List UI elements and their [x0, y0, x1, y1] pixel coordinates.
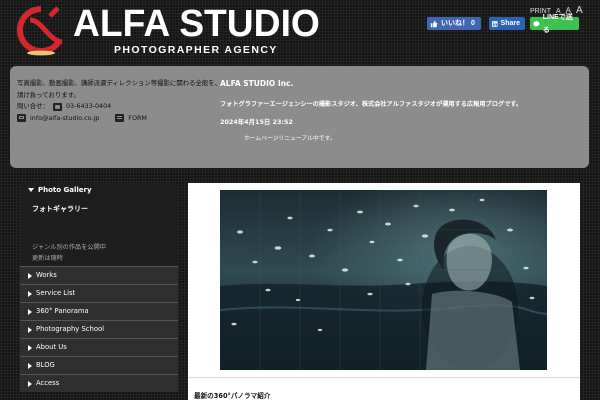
sidebar-item-about-us[interactable]: About Us: [20, 338, 178, 356]
gallery-heading-label: Photo Gallery: [38, 186, 92, 194]
gallery-panel: フォトギャラリー ジャンル別の作品を公開中 更新は随時: [20, 197, 178, 266]
contact-label: 問い合せ：: [17, 102, 49, 110]
sidebar-item-panorama[interactable]: 360° Panorama: [20, 302, 178, 320]
phone-number[interactable]: 03-6433-0404: [66, 101, 111, 113]
caret-right-icon: [28, 308, 32, 315]
caret-right-icon: [28, 290, 32, 297]
sidebar-item-service-list[interactable]: Service List: [20, 284, 178, 302]
form-icon: [115, 114, 125, 123]
facebook-like-button[interactable]: いいね！ 0: [427, 17, 481, 30]
gallery-desc-line1: ジャンル別の作品を公開中: [32, 244, 106, 251]
sidebar-item-label: 360° Panorama: [36, 307, 89, 315]
caret-right-icon: [28, 362, 32, 369]
sidebar-item-blog[interactable]: BLOG: [20, 356, 178, 374]
gallery-desc-line2: 更新は随時: [32, 255, 63, 262]
sidebar: Photo Gallery フォトギャラリー ジャンル別の作品を公開中 更新は随…: [20, 183, 178, 400]
contact-info: 写真撮影、動画撮影、講師派遣ディレクション等撮影に関わる全般を、請け負っておりま…: [17, 78, 222, 124]
gallery-description: ジャンル別の作品を公開中 更新は随時: [32, 242, 106, 264]
line-send-label: LINEで送る: [542, 13, 573, 34]
post-date: 2024年4月15日 23:52: [220, 118, 293, 126]
company-description: フォトグラファーエージェンシーの撮影スタジオ、株式会社アルファスタジオが運用する…: [220, 101, 523, 108]
caret-right-icon: [28, 344, 32, 351]
sidebar-item-photography-school[interactable]: Photography School: [20, 320, 178, 338]
sidebar-item-label: Works: [36, 271, 57, 279]
gallery-subtitle[interactable]: フォトギャラリー: [32, 204, 88, 214]
renewal-notice: ホームページリニューアル中です。: [244, 136, 336, 142]
company-info: ALFA STUDIO Inc. フォトグラファーエージェンシーの撮影スタジオ、…: [220, 79, 580, 142]
linkedin-share-label: Share: [500, 20, 520, 27]
sidebar-item-works[interactable]: Works: [20, 266, 178, 284]
sidebar-item-access[interactable]: Access: [20, 374, 178, 392]
caret-right-icon: [28, 326, 32, 333]
site-logo-title[interactable]: ALFA STUDIO: [73, 4, 320, 44]
company-name: ALFA STUDIO Inc.: [220, 79, 294, 88]
info-box: 写真撮影、動画撮影、講師派遣ディレクション等撮影に関わる全般を、請け負っておりま…: [10, 66, 589, 168]
phone-icon: [52, 102, 62, 111]
linkedin-share-button[interactable]: Share: [489, 17, 525, 30]
intro-text: 写真撮影、動画撮影、講師派遣ディレクション等撮影に関わる全般を、請け負っておりま…: [17, 79, 222, 99]
email-row: info@alfa-studio.co.jp FORM: [17, 113, 222, 125]
latest-panorama-heading: 最新の360°パノラマ紹介: [194, 392, 271, 400]
site-logo-subtitle: PHOTOGRAPHER AGENCY: [114, 44, 278, 56]
main-content: 最新の360°パノラマ紹介: [188, 183, 580, 400]
mail-icon: [17, 114, 26, 123]
gallery-heading[interactable]: Photo Gallery: [20, 183, 178, 197]
featured-photo-image: [220, 190, 547, 370]
featured-photo[interactable]: [220, 190, 547, 370]
phone-row: 問い合せ： 03-6433-0404: [17, 101, 222, 113]
form-link[interactable]: FORM: [128, 113, 147, 125]
email-link[interactable]: info@alfa-studio.co.jp: [30, 113, 99, 125]
alfa-logo-icon[interactable]: [14, 6, 68, 56]
facebook-like-label: いいね！ 0: [441, 20, 475, 27]
featured-photo-frame: [188, 183, 580, 378]
sidebar-item-label: BLOG: [36, 361, 55, 369]
sidebar-item-label: Photography School: [36, 325, 105, 333]
font-large-button[interactable]: A: [576, 5, 583, 16]
sidebar-item-label: Access: [36, 379, 60, 387]
caret-right-icon: [28, 380, 32, 387]
line-icon: [533, 20, 540, 27]
linkedin-icon: [492, 20, 498, 27]
site-header: ALFA STUDIO PHOTOGRAPHER AGENCY PRINT A …: [0, 0, 600, 60]
line-send-button[interactable]: LINEで送る: [530, 14, 579, 34]
sidebar-item-label: Service List: [36, 289, 76, 297]
caret-down-icon: [28, 188, 34, 192]
sidebar-item-label: About Us: [36, 343, 67, 351]
thumbs-up-icon: [430, 20, 438, 27]
caret-right-icon: [28, 272, 32, 279]
